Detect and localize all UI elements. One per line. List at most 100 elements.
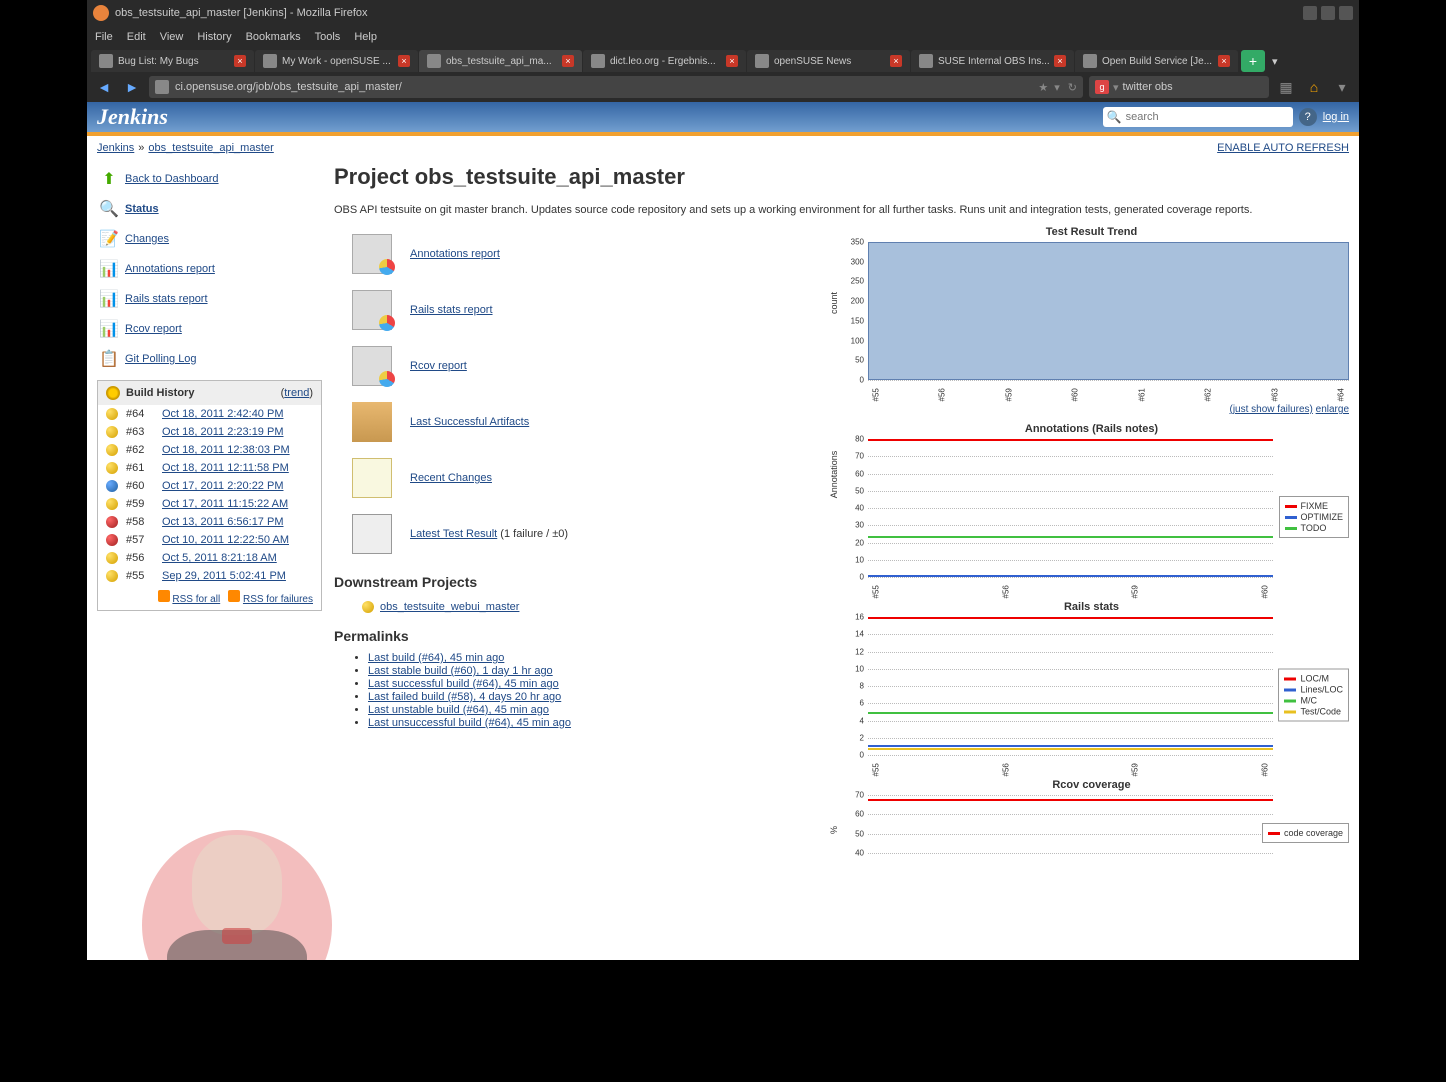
browser-tab[interactable]: My Work - openSUSE ... ×: [255, 50, 418, 72]
browser-tabbar: Bug List: My Bugs×My Work - openSUSE ...…: [87, 48, 1359, 72]
forward-button[interactable]: ►: [121, 76, 143, 98]
tab-close-icon[interactable]: ×: [890, 55, 902, 67]
downstream-item[interactable]: obs_testsuite_webui_master: [334, 598, 814, 616]
permalink-link[interactable]: Last failed build (#58), 4 days 20 hr ag…: [368, 691, 561, 703]
menu-file[interactable]: File: [95, 31, 113, 43]
permalink-link[interactable]: Last unsuccessful build (#64), 45 min ag…: [368, 717, 571, 729]
rss-all-link[interactable]: RSS for all: [172, 594, 220, 605]
tabs-dropdown-icon[interactable]: ▾: [1266, 50, 1284, 72]
menu-tools[interactable]: Tools: [315, 31, 341, 43]
rss-failures-link[interactable]: RSS for failures: [243, 594, 313, 605]
back-button[interactable]: ◄: [93, 76, 115, 98]
home-icon[interactable]: ⌂: [1303, 76, 1325, 98]
browser-tab[interactable]: openSUSE News×: [747, 50, 910, 72]
rails-stats-row[interactable]: Rails stats report: [334, 282, 814, 338]
menu-view[interactable]: View: [160, 31, 184, 43]
tab-label: My Work - openSUSE ...: [282, 56, 391, 67]
permalink-item: Last failed build (#58), 4 days 20 hr ag…: [368, 691, 814, 703]
tab-close-icon[interactable]: ×: [1054, 55, 1066, 67]
chart-line: [868, 799, 1273, 801]
browser-tab[interactable]: SUSE Internal OBS Ins...×: [911, 50, 1074, 72]
recent-changes-link: Recent Changes: [410, 472, 492, 484]
build-history-row[interactable]: #58Oct 13, 2011 6:56:17 PM: [98, 513, 321, 531]
downstream-link: obs_testsuite_webui_master: [380, 601, 519, 613]
tab-close-icon[interactable]: ×: [234, 55, 246, 67]
sidebar-status[interactable]: 🔍 Status: [97, 194, 322, 224]
auto-refresh-link[interactable]: ENABLE AUTO REFRESH: [1217, 142, 1349, 154]
sidebar-back[interactable]: ⬆ Back to Dashboard: [97, 164, 322, 194]
help-icon[interactable]: ?: [1299, 108, 1317, 126]
build-history-row[interactable]: #63Oct 18, 2011 2:23:19 PM: [98, 423, 321, 441]
annotations-report-row[interactable]: Annotations report: [334, 226, 814, 282]
browser-tab[interactable]: Open Build Service [Je...×: [1075, 50, 1238, 72]
browser-tab[interactable]: dict.leo.org - Ergebnis...×: [583, 50, 746, 72]
tab-close-icon[interactable]: ×: [562, 55, 574, 67]
build-history-row[interactable]: #62Oct 18, 2011 12:38:03 PM: [98, 441, 321, 459]
breadcrumb-root[interactable]: Jenkins: [97, 142, 134, 154]
login-link[interactable]: log in: [1323, 111, 1349, 123]
build-history-row[interactable]: #59Oct 17, 2011 11:15:22 AM: [98, 495, 321, 513]
recent-changes-row[interactable]: Recent Changes: [334, 450, 814, 506]
url-dropdown-icon[interactable]: ▾: [1054, 81, 1060, 94]
sidebar-git-polling[interactable]: 📋 Git Polling Log: [97, 344, 322, 374]
tab-label: obs_testsuite_api_ma...: [446, 56, 552, 67]
new-tab-button[interactable]: +: [1241, 50, 1265, 72]
build-history-row[interactable]: #56Oct 5, 2011 8:21:18 AM: [98, 549, 321, 567]
search-icon: 🔍: [99, 199, 119, 219]
permalink-link[interactable]: Last unstable build (#64), 45 min ago: [368, 704, 549, 716]
search-input[interactable]: [1126, 111, 1289, 123]
maximize-button[interactable]: [1321, 6, 1335, 20]
search-dropdown-icon[interactable]: ▾: [1113, 81, 1119, 94]
bookmark-star-icon[interactable]: ★: [1038, 81, 1048, 94]
permalinks-list: Last build (#64), 45 min agoLast stable …: [334, 652, 814, 729]
tab-close-icon[interactable]: ×: [726, 55, 738, 67]
show-failures-link[interactable]: (just show failures): [1230, 404, 1313, 415]
close-window-button[interactable]: [1339, 6, 1353, 20]
build-number: #59: [126, 498, 154, 510]
menu-bookmarks[interactable]: Bookmarks: [246, 31, 301, 43]
notepad-icon: [352, 458, 392, 498]
build-date-link: Oct 5, 2011 8:21:18 AM: [162, 552, 277, 564]
permalink-item: Last stable build (#60), 1 day 1 hr ago: [368, 665, 814, 677]
trend-link[interactable]: trend: [284, 387, 309, 399]
chart-line: [868, 745, 1273, 747]
sidebar-rails-stats[interactable]: 📊 Rails stats report: [97, 284, 322, 314]
menu-dropdown-icon[interactable]: ▾: [1331, 76, 1353, 98]
artifacts-row[interactable]: Last Successful Artifacts: [334, 394, 814, 450]
browser-search-bar[interactable]: g ▾ twitter obs: [1089, 76, 1269, 98]
sidebar-annotations[interactable]: 📊 Annotations report: [97, 254, 322, 284]
build-history-row[interactable]: #60Oct 17, 2011 2:20:22 PM: [98, 477, 321, 495]
menu-edit[interactable]: Edit: [127, 31, 146, 43]
permalinks-heading: Permalinks: [334, 628, 814, 644]
minimize-button[interactable]: [1303, 6, 1317, 20]
menu-history[interactable]: History: [197, 31, 231, 43]
breadcrumb-job[interactable]: obs_testsuite_api_master: [148, 142, 273, 154]
menu-help[interactable]: Help: [354, 31, 377, 43]
permalink-item: Last unstable build (#64), 45 min ago: [368, 704, 814, 716]
browser-menubar: File Edit View History Bookmarks Tools H…: [87, 26, 1359, 48]
reload-icon[interactable]: ↻: [1068, 81, 1077, 94]
permalink-link[interactable]: Last stable build (#60), 1 day 1 hr ago: [368, 665, 553, 677]
tab-close-icon[interactable]: ×: [398, 55, 410, 67]
build-history-row[interactable]: #61Oct 18, 2011 12:11:58 PM: [98, 459, 321, 477]
tab-favicon: [263, 54, 277, 68]
rcov-report-row[interactable]: Rcov report: [334, 338, 814, 394]
jenkins-logo[interactable]: Jenkins: [97, 104, 168, 130]
sidebar-changes[interactable]: 📝 Changes: [97, 224, 322, 254]
rcov-report-link: Rcov report: [410, 360, 467, 372]
permalink-link[interactable]: Last build (#64), 45 min ago: [368, 652, 504, 664]
tab-close-icon[interactable]: ×: [1218, 55, 1230, 67]
permalink-link[interactable]: Last successful build (#64), 45 min ago: [368, 678, 559, 690]
chart-line: [868, 748, 1273, 750]
jenkins-search[interactable]: 🔍: [1103, 107, 1293, 127]
sidebar-rcov[interactable]: 📊 Rcov report: [97, 314, 322, 344]
build-history-row[interactable]: #55Sep 29, 2011 5:02:41 PM: [98, 567, 321, 585]
browser-tab[interactable]: obs_testsuite_api_ma... ×: [419, 50, 582, 72]
build-history-row[interactable]: #57Oct 10, 2011 12:22:50 AM: [98, 531, 321, 549]
test-result-row[interactable]: Latest Test Result (1 failure / ±0): [334, 506, 814, 562]
browser-tab[interactable]: Bug List: My Bugs×: [91, 50, 254, 72]
enlarge-link[interactable]: enlarge: [1316, 404, 1349, 415]
build-history-row[interactable]: #64Oct 18, 2011 2:42:40 PM: [98, 405, 321, 423]
feed-icon[interactable]: ▦: [1275, 76, 1297, 98]
url-bar[interactable]: ci.opensuse.org/job/obs_testsuite_api_ma…: [149, 76, 1083, 98]
